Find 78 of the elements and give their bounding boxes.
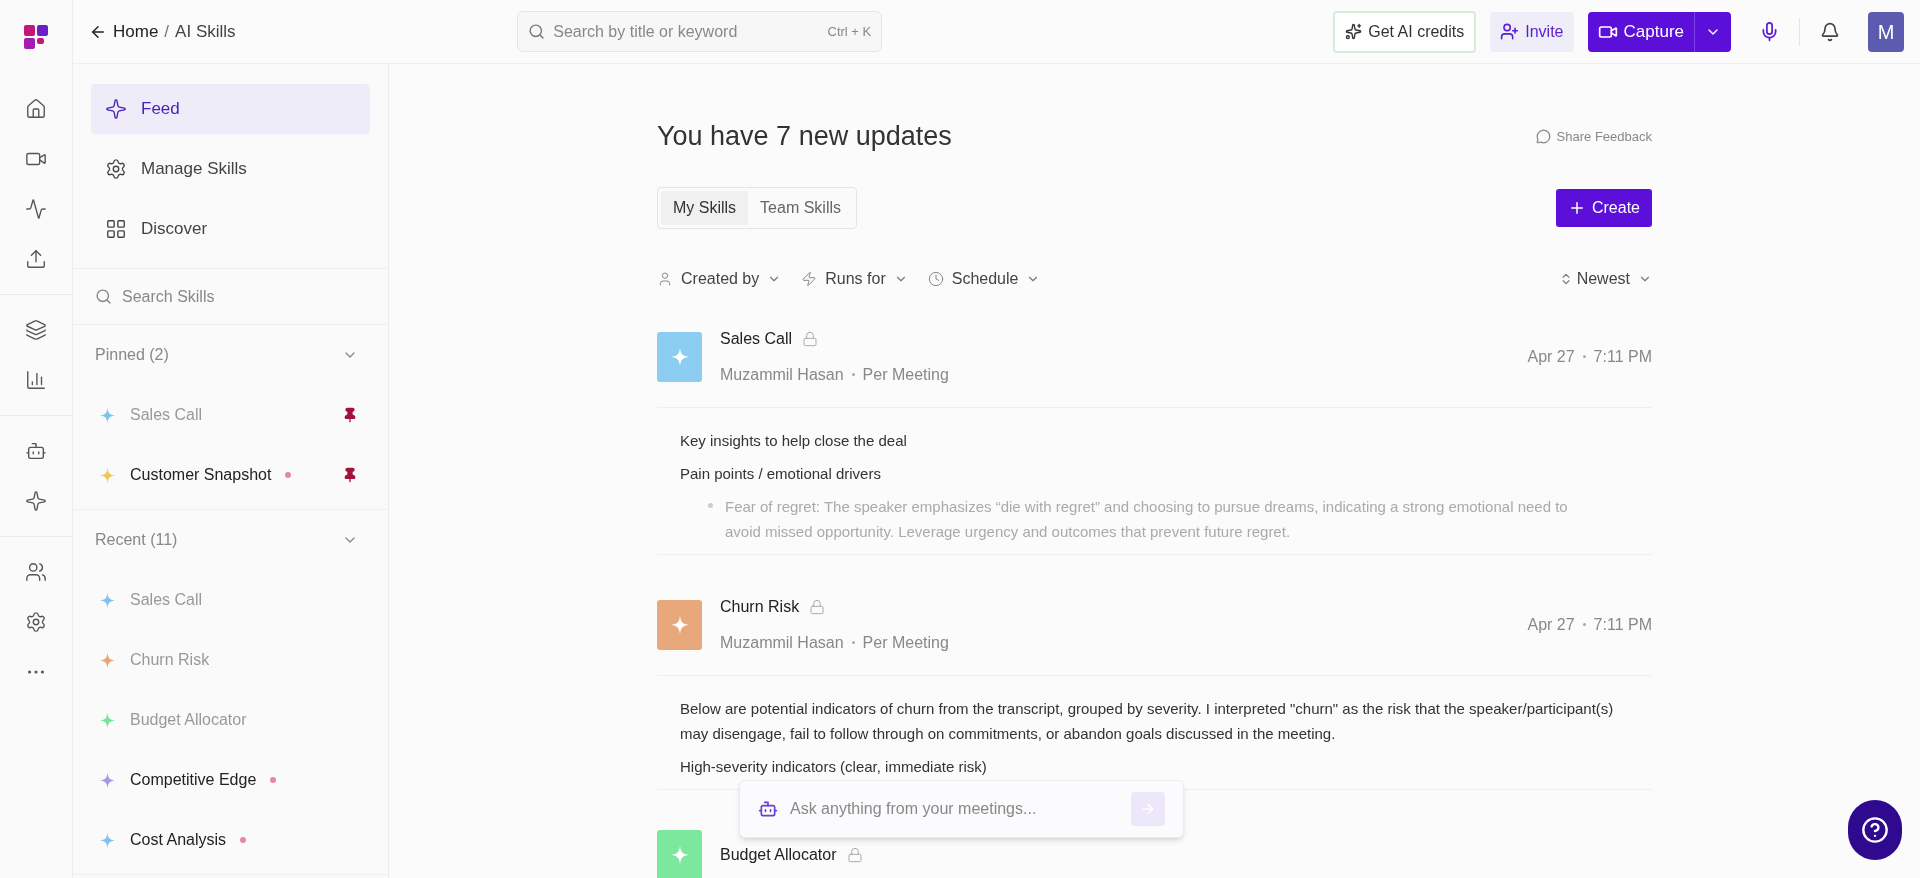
skills-search-bar[interactable]: Search Skills [73, 268, 388, 325]
create-button[interactable]: Create [1555, 188, 1652, 227]
skill-list-item[interactable]: Competitive Edge [73, 750, 388, 810]
skills-search-field[interactable]: Search Skills [122, 284, 366, 309]
invite-button[interactable]: Invite [1490, 11, 1574, 52]
search-icon [95, 288, 112, 305]
shortcut-hint: Ctrl + K [827, 22, 872, 41]
summary-text: High-severity indicators (clear, immediate risk) [680, 756, 988, 777]
help-icon [1861, 816, 1889, 844]
run-time: 7:11 PM [1593, 614, 1652, 635]
pin-icon[interactable] [342, 407, 358, 423]
app-logo[interactable] [23, 24, 49, 50]
sparkle-icon [99, 406, 116, 424]
sparkle-icon [99, 831, 116, 849]
frequency-label: Per Meeting [862, 632, 949, 653]
sparkle-icon [99, 651, 116, 669]
skill-title[interactable]: Sales Call [720, 326, 793, 351]
lightning-icon [801, 270, 818, 287]
filter-dropdown[interactable]: Runs for [801, 266, 908, 291]
robot-icon [758, 799, 778, 819]
section-header[interactable]: Pinned (2) [73, 325, 388, 385]
search-icon [528, 23, 546, 40]
bell-icon [1820, 21, 1840, 42]
skill-name: Cost Analysis [130, 830, 227, 850]
frequency-label: Per Meeting [862, 364, 949, 385]
clock-icon [927, 270, 944, 287]
back-link[interactable]: Home [89, 18, 159, 45]
skill-name: Churn Risk [130, 650, 210, 670]
skill-title[interactable]: Budget Allocator [720, 842, 837, 867]
bullet-text: Fear of regret: The speaker emphasizes “die with regret” and choosing to pursue dreams, indicating a strong emotional need to avoid missed opportunity. Leverage urgency and outcomes that prevent future regret. [725, 496, 1569, 542]
summary-text: Key insights to help close the deal [680, 430, 908, 451]
skill-name: Budget Allocator [130, 710, 247, 730]
get-credits-button[interactable]: Get AI credits [1333, 10, 1477, 53]
skill-list-item[interactable]: Cost Analysis [73, 810, 388, 870]
skill-name: Competitive Edge [130, 770, 257, 790]
run-date: Apr 27 [1527, 614, 1575, 635]
speech-bubble-icon [1535, 128, 1551, 144]
filter-dropdown[interactable]: Created by [657, 266, 782, 291]
sparkle-icon [99, 591, 116, 609]
user-icon [657, 270, 673, 287]
author-name: Muzammil Hasan [720, 364, 844, 385]
user-avatar[interactable]: M [1868, 11, 1904, 52]
chat-bar[interactable]: Ask anything from your meetings... [739, 780, 1184, 838]
arrow-right-icon [1140, 801, 1156, 817]
author-name: Muzammil Hasan [720, 632, 844, 653]
skills-tab[interactable]: My Skills [661, 190, 749, 225]
sort-dropdown[interactable]: Newest [1558, 266, 1652, 291]
help-button[interactable] [1848, 800, 1902, 860]
settings-icon [105, 158, 127, 180]
user-plus-icon [1500, 22, 1520, 41]
skill-name: Sales Call [130, 405, 203, 425]
sparkle-icon [99, 711, 116, 729]
pin-icon[interactable] [342, 467, 358, 483]
share-feedback-link[interactable]: Share Feedback [1535, 126, 1652, 146]
summary-text: Below are potential indicators of churn from the transcript, grouped by severity. I interpreted "churn" as the risk that the speaker/participant(s) may disengage, fail to follow through on commitments, or abandon goals discussed in the meeting. [680, 698, 1615, 744]
run-time: 7:11 PM [1593, 346, 1652, 367]
skill-list-item[interactable]: Customer Snapshot [73, 445, 388, 505]
summary-text: Pain points / emotional drivers [680, 463, 882, 484]
skills-tab[interactable]: Team Skills [748, 190, 853, 225]
sidebar-nav-item[interactable]: Manage Skills [91, 144, 370, 194]
run-date: Apr 27 [1527, 346, 1575, 367]
sparkle-icon [99, 771, 116, 789]
sidebar-nav-item[interactable]: Discover [91, 204, 370, 254]
page-title: You have 7 new updates [657, 120, 952, 153]
skill-name: Customer Snapshot [130, 465, 272, 485]
sidebar-nav-item[interactable]: Feed [91, 84, 370, 134]
sparkles-icon [1345, 23, 1363, 40]
skill-name: Sales Call [130, 590, 203, 610]
filter-dropdown[interactable]: Schedule [927, 266, 1041, 291]
search-field[interactable]: Search by title or keyword [553, 19, 820, 44]
grid-icon [105, 218, 127, 240]
sparkle-icon [99, 466, 116, 484]
breadcrumb-separator: / [164, 20, 170, 43]
skill-title[interactable]: Churn Risk [720, 594, 800, 619]
breadcrumb-current: AI Skills [175, 20, 236, 43]
sparkle-icon [105, 98, 127, 120]
chat-input-field[interactable]: Ask anything from your meetings... [790, 797, 1119, 821]
section-header[interactable]: Recent (11) [73, 510, 388, 570]
